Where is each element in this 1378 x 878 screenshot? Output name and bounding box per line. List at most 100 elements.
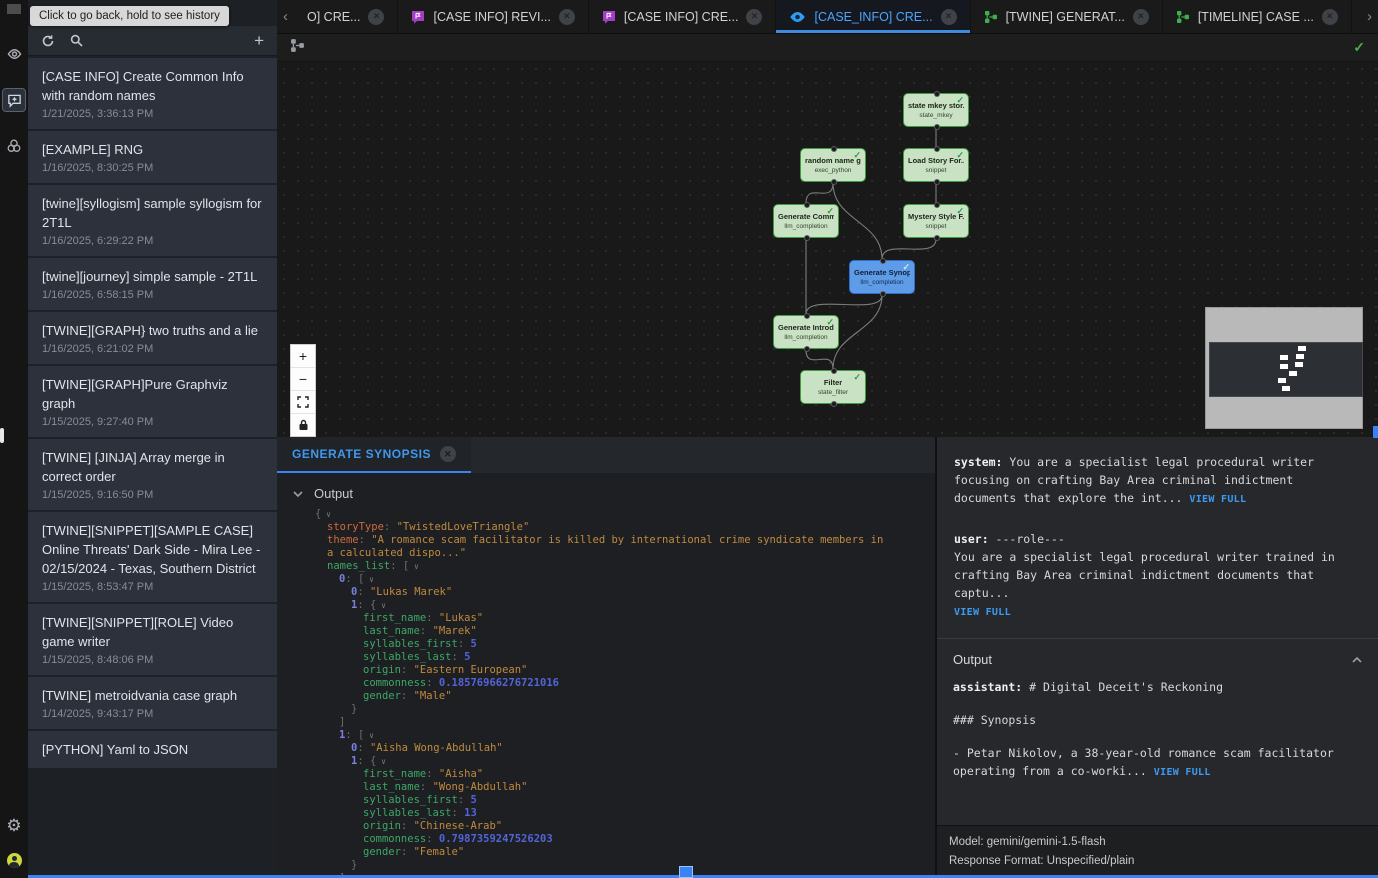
add-prompt-button[interactable]: + [254, 31, 264, 51]
workflow-icon[interactable] [290, 38, 305, 58]
graph-canvas[interactable]: ✓ ✓state mkey stor...state_mkey ✓random n… [277, 34, 1378, 437]
tab[interactable]: O] CRE...✕ [294, 0, 398, 33]
json-line: 1: [ ∨ [277, 729, 935, 742]
prompt-timestamp: 1/14/2025, 9:43:17 PM [42, 708, 263, 720]
list-item[interactable]: [TWINE][GRAPH} two truths and a lie1/16/… [28, 312, 277, 364]
assistant-output: assistant: # Digital Deceit's Reckoning#… [937, 676, 1378, 825]
eye-blue-icon [789, 11, 806, 23]
tab-active[interactable]: [CASE_INFO] CRE... ✕ [776, 0, 970, 33]
tab[interactable]: [TIMELINE] CASE ... ✕ [1163, 0, 1352, 33]
chat-purple-icon [602, 10, 616, 24]
output-section-header[interactable]: Output [277, 473, 935, 508]
json-line: first_name: "Lukas" [277, 612, 935, 625]
output-tab-generate-synopsis[interactable]: GENERATE SYNOPSIS ✕ [277, 437, 471, 473]
minimap-node-dot [1296, 354, 1304, 359]
zoom-out-button[interactable]: − [291, 368, 315, 391]
rail-icon-list [2, 44, 26, 156]
prompts-panel: Prompts + [CASE INFO] Create Common Info… [28, 0, 277, 878]
node-check-icon: ✓ [902, 262, 910, 273]
list-item[interactable]: [TWINE] metroidvania case graph1/14/2025… [28, 677, 277, 729]
model-footer: Model: gemini/gemini-1.5-flash Response … [937, 825, 1378, 878]
graph-node-generate_common[interactable]: ✓Generate Comm...llm_completion [773, 204, 839, 238]
close-icon[interactable]: ✕ [1133, 9, 1149, 25]
minimap-node-dot [1280, 355, 1288, 360]
left-edge-resize-handle[interactable] [0, 428, 4, 443]
search-icon[interactable] [70, 34, 83, 47]
prompt-timestamp: 1/16/2025, 6:58:15 PM [42, 289, 263, 301]
rail-bottom-icons: ⚙ [4, 815, 24, 878]
list-item[interactable]: [TWINE][GRAPH]Pure Graphviz graph1/15/20… [28, 366, 277, 437]
list-item[interactable]: [twine][syllogism] sample syllogism for … [28, 185, 277, 256]
minimap[interactable] [1205, 307, 1363, 429]
json-line: syllables_last: 13 [277, 807, 935, 820]
tab[interactable]: [TWINE] GENERAT...✕ [971, 0, 1163, 33]
list-item[interactable]: [TWINE][SNIPPET][SAMPLE CASE] Online Thr… [28, 512, 277, 602]
node-check-icon: ✓ [956, 95, 964, 106]
close-icon[interactable]: ✕ [440, 446, 456, 462]
list-item[interactable]: [TWINE] [JINJA] Array merge in correct o… [28, 439, 277, 510]
graph-node-filter[interactable]: ✓Filterstate_filter [800, 370, 866, 404]
bottom-resize-grip[interactable] [679, 866, 693, 878]
node-subtitle: snippet [926, 223, 947, 230]
refresh-icon[interactable] [41, 34, 55, 48]
close-icon[interactable]: ✕ [1322, 9, 1338, 25]
tabs-scroll-left-icon[interactable]: ‹ [277, 0, 294, 33]
minimap-node-dot [1295, 362, 1303, 367]
gear-icon[interactable]: ⚙ [4, 815, 24, 835]
node-subtitle: snippet [926, 167, 947, 174]
right-edge-resize-handle[interactable] [1373, 426, 1378, 438]
assistant-paragraph: ### Synopsis [953, 711, 1362, 729]
json-line: 0: "Lukas Marek" [277, 586, 935, 599]
view-full-link[interactable]: VIEW FULL [1154, 767, 1211, 778]
tab-label: [CASE_INFO] CRE... [814, 10, 932, 24]
prompt-timestamp: 1/16/2025, 6:29:22 PM [42, 235, 263, 247]
prompt-title: [TWINE][SNIPPET][ROLE] Video game writer [42, 613, 263, 651]
list-item[interactable]: [TWINE][SNIPPET][ROLE] Video game writer… [28, 604, 277, 675]
knot-icon[interactable] [4, 136, 24, 156]
view-full-link[interactable]: VIEW FULL [1189, 494, 1246, 505]
graph-node-generate_intro[interactable]: ✓Generate Introd...llm_completion [773, 315, 839, 349]
minimap-node-dot [1278, 378, 1286, 383]
user-message: user: ---role---You are a specialist leg… [954, 530, 1362, 622]
json-line: storyType: "TwistedLoveTriangle" [277, 521, 935, 534]
avatar[interactable] [7, 853, 22, 868]
graph-node-random_name[interactable]: ✓random name g...exec_python [800, 148, 866, 182]
tab[interactable]: [CASE INFO] REVI... ✕ [398, 0, 588, 33]
response-output-header[interactable]: Output [937, 639, 1378, 676]
list-item[interactable]: [EXAMPLE] RNG1/16/2025, 8:30:25 PM [28, 131, 277, 183]
saved-check-icon: ✓ [1353, 39, 1365, 56]
graph-node-generate_synopsis[interactable]: ✓Generate Synop...llm_completion [849, 260, 915, 294]
list-item[interactable]: [twine][journey] simple sample - 2T1L1/1… [28, 258, 277, 310]
tab[interactable]: [CASE INFO] CRE...✕ [589, 0, 777, 33]
json-line: commonness: 0.18576966276721016 [277, 677, 935, 690]
eye-icon[interactable] [4, 44, 24, 64]
tabs-scroll-right-icon[interactable]: › [1361, 0, 1378, 33]
node-title: Filter [824, 378, 842, 387]
json-line: gender: "Male" [277, 690, 935, 703]
close-icon[interactable]: ✕ [368, 9, 384, 25]
prompt-detail-panel: system: You are a specialist legal proce… [937, 437, 1378, 878]
json-line: last_name: "Wong-Abdullah" [277, 781, 935, 794]
list-item[interactable]: [PYTHON] Yaml to JSON [28, 731, 277, 768]
json-output-viewer[interactable]: { ∨storyType: "TwistedLoveTriangle"theme… [277, 508, 935, 878]
list-item[interactable]: [CASE INFO] Create Common Info with rand… [28, 58, 277, 129]
lock-button[interactable] [291, 414, 315, 436]
chat-sparkle-icon[interactable] [2, 88, 26, 112]
view-full-link[interactable]: VIEW FULL [954, 607, 1011, 618]
canvas-controls: + − [290, 344, 316, 437]
graph-node-load_story[interactable]: ✓Load Story For...snippet [903, 148, 969, 182]
close-icon[interactable]: ✕ [941, 9, 957, 25]
graph-node-mystery_style[interactable]: ✓Mystery Style F...snippet [903, 204, 969, 238]
prompt-timestamp: 1/21/2025, 3:36:13 PM [42, 108, 263, 120]
json-line: 0: [ ∨ [277, 573, 935, 586]
json-line: 0: "Aisha Wong-Abdullah" [277, 742, 935, 755]
close-icon[interactable]: ✕ [746, 9, 762, 25]
node-check-icon: ✓ [826, 317, 834, 328]
fit-view-button[interactable] [291, 391, 315, 414]
graph-node-state_mkey[interactable]: ✓state mkey stor...state_mkey [903, 93, 969, 127]
tab-label: [TIMELINE] CASE ... [1198, 10, 1314, 24]
zoom-in-button[interactable]: + [291, 345, 315, 368]
history-tooltip: Click to go back, hold to see history [30, 6, 229, 26]
tab-label: [CASE INFO] REVI... [433, 10, 550, 24]
close-icon[interactable]: ✕ [559, 9, 575, 25]
